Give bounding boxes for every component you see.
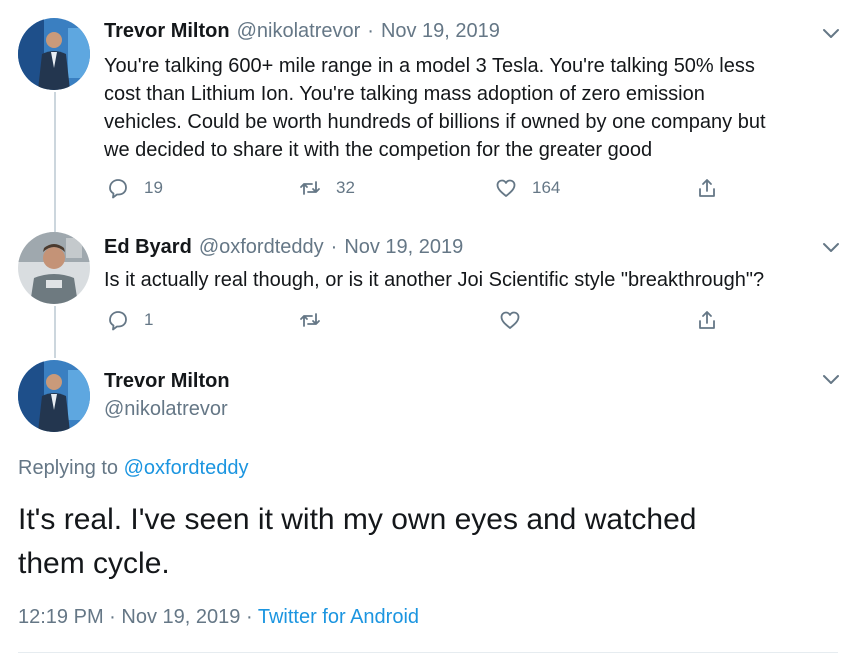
share-icon bbox=[699, 179, 715, 197]
chevron-down-icon[interactable] bbox=[820, 236, 842, 258]
tweet-date[interactable]: Nov 19, 2019 bbox=[121, 606, 240, 628]
display-name[interactable]: Ed Byard bbox=[104, 236, 192, 259]
tweet-header: Trevor Milton @nikolatrevor · Nov 19, 20… bbox=[104, 20, 500, 43]
handle[interactable]: @nikolatrevor bbox=[104, 398, 228, 421]
like-button[interactable]: 164 bbox=[494, 176, 560, 200]
avatar-ed-byard[interactable] bbox=[18, 232, 90, 304]
main-tweet-text-line: them cycle. bbox=[18, 547, 170, 580]
reply-icon bbox=[109, 311, 127, 331]
tweet-source[interactable]: Twitter for Android bbox=[258, 606, 419, 628]
retweet-button[interactable]: 32 bbox=[298, 176, 355, 200]
separator: · bbox=[245, 606, 253, 628]
share-button[interactable] bbox=[695, 308, 719, 332]
tweet-text-line: You're talking 600+ mile range in a mode… bbox=[104, 55, 755, 77]
separator: · bbox=[109, 606, 116, 628]
retweet-icon bbox=[300, 181, 320, 195]
tweet-date[interactable]: Nov 19, 2019 bbox=[381, 20, 500, 43]
main-tweet-text: It's real. I've seen it with my own eyes… bbox=[18, 498, 838, 586]
retweet-button[interactable] bbox=[298, 308, 322, 332]
share-button[interactable] bbox=[695, 176, 719, 200]
like-icon bbox=[496, 179, 516, 197]
retweet-count: 32 bbox=[336, 178, 355, 197]
thread-line bbox=[54, 92, 56, 232]
thread-line bbox=[54, 306, 56, 358]
display-name[interactable]: Trevor Milton bbox=[104, 370, 230, 393]
reply-count: 19 bbox=[144, 178, 163, 197]
like-count: 164 bbox=[532, 178, 561, 197]
separator: · bbox=[367, 20, 374, 42]
tweet-text-line: cost than Lithium Ion. You're talking ma… bbox=[104, 83, 705, 105]
reply-icon bbox=[109, 179, 127, 199]
share-icon bbox=[699, 311, 715, 329]
handle[interactable]: @oxfordteddy bbox=[199, 236, 324, 259]
main-tweet-text-line: It's real. I've seen it with my own eyes… bbox=[18, 503, 697, 536]
replying-to: Replying to @oxfordteddy bbox=[18, 457, 248, 480]
replying-to-label: Replying to bbox=[18, 457, 119, 479]
reply-button[interactable]: 19 bbox=[106, 176, 163, 200]
tweet-text: Is it actually real though, or is it ano… bbox=[104, 269, 765, 291]
handle[interactable]: @nikolatrevor bbox=[237, 20, 361, 43]
reply-count: 1 bbox=[144, 310, 154, 329]
tweet-text: You're talking 600+ mile range in a mode… bbox=[104, 52, 840, 164]
tweet-date[interactable]: Nov 19, 2019 bbox=[344, 236, 463, 259]
tweet-text-line: vehicles. Could be worth hundreds of bil… bbox=[104, 111, 766, 133]
tweet-header: Ed Byard @oxfordteddy · Nov 19, 2019 bbox=[104, 236, 463, 259]
replying-to-handle[interactable]: @oxfordteddy bbox=[124, 457, 249, 479]
retweet-icon bbox=[300, 313, 320, 327]
like-button[interactable] bbox=[498, 308, 522, 332]
divider bbox=[18, 652, 838, 653]
avatar-trevor-milton[interactable] bbox=[18, 360, 90, 432]
tweet-time[interactable]: 12:19 PM bbox=[18, 606, 104, 628]
tweet-text-line: we decided to share it with the competio… bbox=[104, 139, 653, 161]
chevron-down-icon[interactable] bbox=[820, 368, 842, 390]
chevron-down-icon[interactable] bbox=[820, 22, 842, 44]
tweet-metadata: 12:19 PM · Nov 19, 2019 · Twitter for An… bbox=[18, 606, 419, 629]
display-name[interactable]: Trevor Milton bbox=[104, 20, 230, 43]
avatar-trevor-milton[interactable] bbox=[18, 18, 90, 90]
reply-button[interactable]: 1 bbox=[106, 308, 153, 332]
separator: · bbox=[330, 236, 338, 258]
like-icon bbox=[500, 311, 520, 329]
